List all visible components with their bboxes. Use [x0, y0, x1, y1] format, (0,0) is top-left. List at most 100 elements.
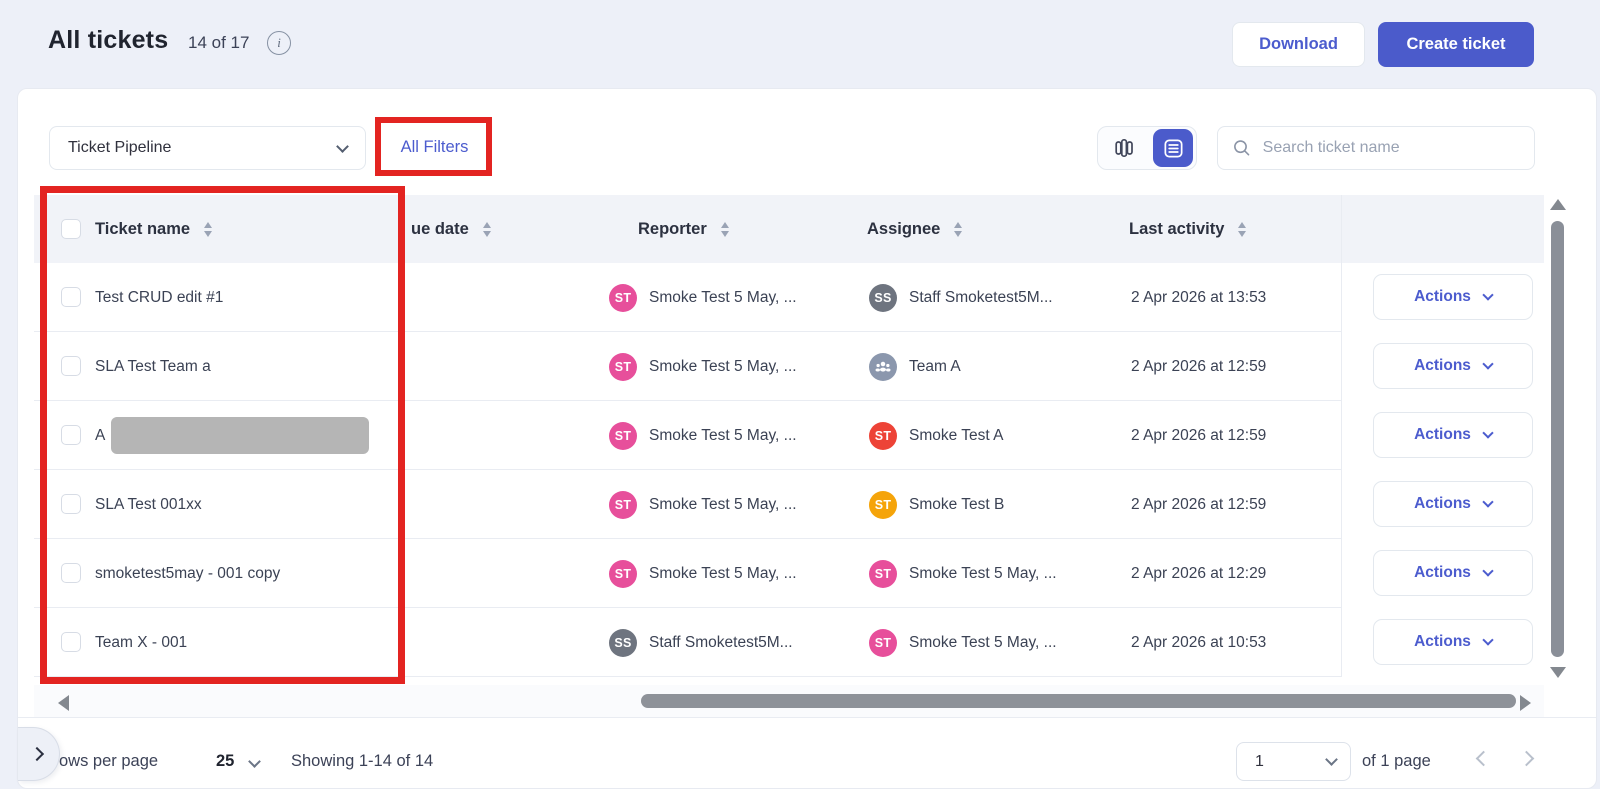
actions-button[interactable]: Actions [1373, 550, 1533, 596]
team-icon [874, 358, 892, 376]
row-checkbox[interactable] [61, 287, 81, 307]
row-checkbox[interactable] [61, 632, 81, 652]
search-box [1217, 126, 1535, 170]
chevron-down-icon[interactable] [248, 755, 261, 768]
search-icon [1232, 137, 1252, 159]
ticket-name: Team X - 001 [95, 608, 187, 677]
next-page-button[interactable] [1519, 751, 1535, 767]
last-activity: 2 Apr 2026 at 10:53 [1131, 608, 1266, 677]
chevron-down-icon [1482, 496, 1493, 507]
reporter-avatar: ST [609, 491, 637, 519]
sort-icon[interactable] [483, 222, 491, 237]
assignee-avatar: ST [869, 629, 897, 657]
actions-label: Actions [1414, 288, 1471, 306]
assignee-name: Staff Smoketest5M... [909, 289, 1053, 307]
previous-page-button[interactable] [1476, 751, 1492, 767]
chevron-down-icon [1482, 634, 1493, 645]
table-header: Ticket name ue date Reporter Assignee La… [34, 195, 1544, 263]
reporter-name: Smoke Test 5 May, ... [649, 289, 797, 307]
all-filters-link[interactable]: All Filters [376, 118, 493, 177]
actions-button[interactable]: Actions [1373, 274, 1533, 320]
ticket-name: A [95, 401, 105, 470]
create-ticket-button[interactable]: Create ticket [1378, 22, 1534, 67]
assignee-avatar [869, 353, 897, 381]
horizontal-scrollbar-thumb[interactable] [641, 694, 1516, 708]
vertical-scrollbar-thumb[interactable] [1551, 221, 1564, 657]
actions-button[interactable]: Actions [1373, 481, 1533, 527]
sort-icon[interactable] [204, 222, 212, 237]
ticket-count: 14 of 17 [188, 33, 249, 53]
showing-range-label: Showing 1-14 of 14 [291, 749, 433, 773]
assignee-initials: ST [875, 429, 892, 443]
table-row[interactable]: A ST Smoke Test 5 May, ... ST Smoke Test… [34, 401, 1544, 470]
kanban-view-button[interactable] [1098, 127, 1150, 169]
actions-label: Actions [1414, 633, 1471, 651]
column-assignee: Assignee [867, 195, 962, 263]
reporter-avatar: ST [609, 560, 637, 588]
table-row[interactable]: SLA Test 001xx ST Smoke Test 5 May, ... … [34, 470, 1544, 539]
expand-sidebar-button[interactable] [18, 727, 60, 781]
chevron-down-icon [1482, 427, 1493, 438]
last-activity: 2 Apr 2026 at 12:59 [1131, 470, 1266, 539]
table-row[interactable]: smoketest5may - 001 copy ST Smoke Test 5… [34, 539, 1544, 608]
scroll-left-arrow[interactable] [58, 695, 69, 711]
actions-label: Actions [1414, 426, 1471, 444]
row-checkbox[interactable] [61, 425, 81, 445]
reporter-initials: SS [614, 636, 631, 650]
info-icon[interactable]: i [267, 31, 291, 55]
actions-button[interactable]: Actions [1373, 343, 1533, 389]
download-button[interactable]: Download [1232, 22, 1365, 67]
rows-per-page-value[interactable]: 25 [216, 749, 234, 773]
search-input[interactable] [1263, 139, 1520, 157]
ticket-name: smoketest5may - 001 copy [95, 539, 280, 608]
select-all-checkbox[interactable] [61, 219, 81, 239]
reporter-initials: ST [615, 360, 632, 374]
sort-icon[interactable] [721, 222, 729, 237]
reporter-name: Smoke Test 5 May, ... [649, 496, 797, 514]
table-row[interactable]: SLA Test Team a ST Smoke Test 5 May, ...… [34, 332, 1544, 401]
footer-divider [18, 717, 1596, 718]
scroll-right-arrow[interactable] [1520, 695, 1531, 711]
chevron-down-icon [1482, 289, 1493, 300]
assignee-avatar: ST [869, 491, 897, 519]
assignee-name: Smoke Test 5 May, ... [909, 565, 1057, 583]
table-rows: Test CRUD edit #1 ST Smoke Test 5 May, .… [34, 263, 1544, 677]
reporter-name: Staff Smoketest5M... [649, 634, 793, 652]
chevron-right-icon [30, 747, 44, 761]
column-reporter: Reporter [638, 195, 729, 263]
chevron-down-icon [1482, 565, 1493, 576]
reporter-name: Smoke Test 5 May, ... [649, 565, 797, 583]
assignee-initials: ST [875, 567, 892, 581]
sort-icon[interactable] [1238, 222, 1246, 237]
page-number-value: 1 [1255, 753, 1264, 771]
actions-button[interactable]: Actions [1373, 412, 1533, 458]
actions-button[interactable]: Actions [1373, 619, 1533, 665]
page-number-select[interactable]: 1 [1236, 742, 1351, 781]
scroll-up-arrow[interactable] [1550, 199, 1566, 210]
page-total-label: of 1 page [1362, 749, 1431, 773]
assignee-name: Smoke Test A [909, 427, 1003, 445]
ticket-name: SLA Test 001xx [95, 470, 202, 539]
row-checkbox[interactable] [61, 494, 81, 514]
column-due-date: ue date [411, 195, 491, 263]
table-row[interactable]: Team X - 001 SS Staff Smoketest5M... ST … [34, 608, 1544, 677]
list-icon [1162, 137, 1185, 160]
reporter-initials: ST [615, 291, 632, 305]
row-checkbox[interactable] [61, 356, 81, 376]
row-checkbox[interactable] [61, 563, 81, 583]
chevron-down-icon [1325, 753, 1338, 766]
ticket-name: Test CRUD edit #1 [95, 263, 223, 332]
pipeline-select[interactable]: Ticket Pipeline [49, 126, 366, 170]
table-row[interactable]: Test CRUD edit #1 ST Smoke Test 5 May, .… [34, 263, 1544, 332]
sort-icon[interactable] [954, 222, 962, 237]
assignee-avatar: ST [869, 422, 897, 450]
pipeline-select-value: Ticket Pipeline [68, 139, 171, 157]
scroll-down-arrow[interactable] [1550, 667, 1566, 678]
list-view-button[interactable] [1153, 129, 1193, 167]
last-activity: 2 Apr 2026 at 12:59 [1131, 332, 1266, 401]
rows-per-page-label: ows per page [59, 749, 158, 773]
redaction-overlay [111, 417, 369, 454]
chevron-down-icon [336, 140, 349, 153]
kanban-icon [1112, 136, 1136, 160]
assignee-name: Smoke Test 5 May, ... [909, 634, 1057, 652]
